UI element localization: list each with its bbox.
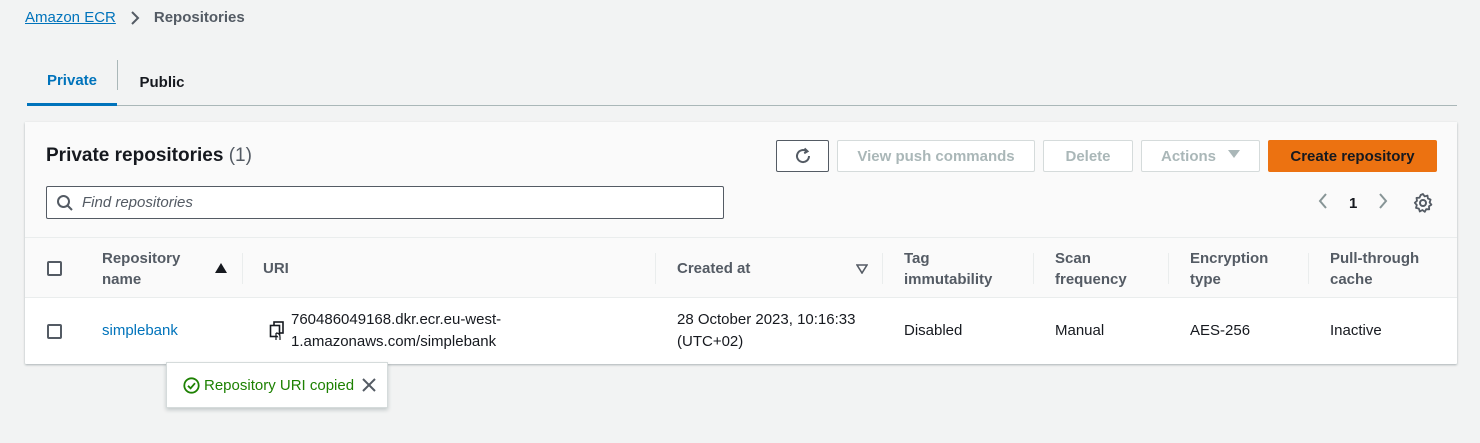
search-icon: [56, 194, 74, 212]
column-divider: [655, 253, 656, 284]
view-push-commands-button[interactable]: View push commands: [837, 140, 1035, 172]
refresh-icon: [794, 147, 812, 165]
column-repository-name[interactable]: Repository name: [102, 238, 180, 299]
column-label: type: [1190, 270, 1221, 288]
uri-cell: 760486049168.dkr.ecr.eu-west- 1.amazonaw…: [291, 298, 501, 364]
chevron-right-icon[interactable]: [1375, 192, 1391, 215]
tab-bar: Private Public: [27, 58, 1457, 106]
delete-button[interactable]: Delete: [1043, 140, 1133, 172]
column-uri[interactable]: URI: [263, 238, 289, 299]
column-label: Scan: [1055, 249, 1091, 267]
select-all-cell: [47, 238, 62, 299]
gear-icon[interactable]: [1412, 192, 1434, 214]
copy-icon[interactable]: [269, 321, 285, 341]
column-divider: [1168, 253, 1169, 284]
column-label: immutability: [904, 270, 993, 288]
search-field[interactable]: [46, 186, 724, 219]
column-label: cache: [1330, 270, 1373, 288]
column-encryption-type[interactable]: Encryption type: [1190, 238, 1268, 299]
column-pull-through-cache[interactable]: Pull-through cache: [1330, 238, 1419, 299]
tab-private[interactable]: Private: [27, 58, 117, 106]
column-label: Pull-through: [1330, 249, 1420, 267]
tab-public[interactable]: Public: [118, 58, 206, 106]
breadcrumb-root-link[interactable]: Amazon ECR: [25, 9, 116, 26]
copied-popover: Repository URI copied: [166, 362, 388, 408]
panel-title: Private repositories (1): [46, 145, 252, 167]
sort-asc-icon[interactable]: [215, 262, 227, 276]
breadcrumb-current: Repositories: [153, 9, 245, 26]
actions-dropdown[interactable]: Actions: [1141, 140, 1260, 172]
column-divider: [242, 253, 243, 284]
popover-message: Repository URI copied: [204, 376, 355, 394]
repository-count: (1): [228, 145, 252, 166]
repository-name-link[interactable]: simplebank: [102, 320, 178, 342]
search-input[interactable]: [82, 194, 682, 211]
pull-through-cache-cell: Inactive: [1330, 322, 1382, 339]
refresh-button[interactable]: [776, 140, 829, 172]
chevron-right-icon: [130, 10, 140, 25]
chevron-left-icon[interactable]: [1315, 192, 1331, 215]
repositories-panel: Private repositories (1) View push comma…: [25, 122, 1457, 364]
column-scan-frequency[interactable]: Scan frequency: [1055, 238, 1127, 299]
column-created-at[interactable]: Created at: [677, 238, 750, 299]
breadcrumb: Amazon ECR Repositories: [25, 9, 245, 26]
column-label: Encryption: [1190, 249, 1269, 267]
create-repository-button[interactable]: Create repository: [1268, 140, 1437, 172]
uri-text: 760486049168.dkr.ecr.eu-west-: [291, 311, 502, 328]
repository-name-cell: simplebank: [102, 298, 178, 364]
column-label: Repository: [102, 249, 181, 267]
panel-title-text: Private repositories: [46, 145, 224, 166]
encryption-type-cell: AES-256: [1190, 322, 1251, 339]
row-select-cell: [47, 298, 62, 364]
close-icon[interactable]: [361, 377, 377, 393]
column-divider: [1308, 253, 1309, 284]
column-tag-immutability[interactable]: Tag immutability: [904, 238, 992, 299]
column-label: Tag: [904, 249, 930, 267]
created-at-text: (UTC+02): [677, 333, 744, 350]
check-circle-icon: [183, 376, 200, 394]
sort-desc-icon[interactable]: [855, 263, 869, 277]
panel-header: Private repositories (1) View push comma…: [25, 122, 1457, 237]
pagination: 1: [1315, 190, 1391, 216]
table-row: simplebank 760486049168.dkr.ecr.eu-west-…: [25, 298, 1457, 364]
table-header: Repository name URI Created at Tag immut…: [25, 237, 1457, 298]
column-divider: [882, 253, 883, 284]
created-at-cell: 28 October 2023, 10:16:33 (UTC+02): [677, 298, 855, 364]
caret-down-icon: [1228, 150, 1240, 162]
page-number[interactable]: 1: [1349, 195, 1357, 212]
scan-frequency-cell: Manual: [1055, 322, 1105, 339]
created-at-text: 28 October 2023, 10:16:33: [677, 311, 856, 328]
row-checkbox[interactable]: [47, 323, 62, 339]
actions-label: Actions: [1160, 147, 1216, 165]
uri-text: 1.amazonaws.com/simplebank: [291, 333, 497, 350]
column-label: frequency: [1055, 270, 1127, 288]
column-divider: [1033, 253, 1034, 284]
tag-immutability-cell: Disabled: [904, 322, 963, 339]
select-all-checkbox[interactable]: [47, 261, 62, 276]
column-label: name: [102, 270, 142, 288]
